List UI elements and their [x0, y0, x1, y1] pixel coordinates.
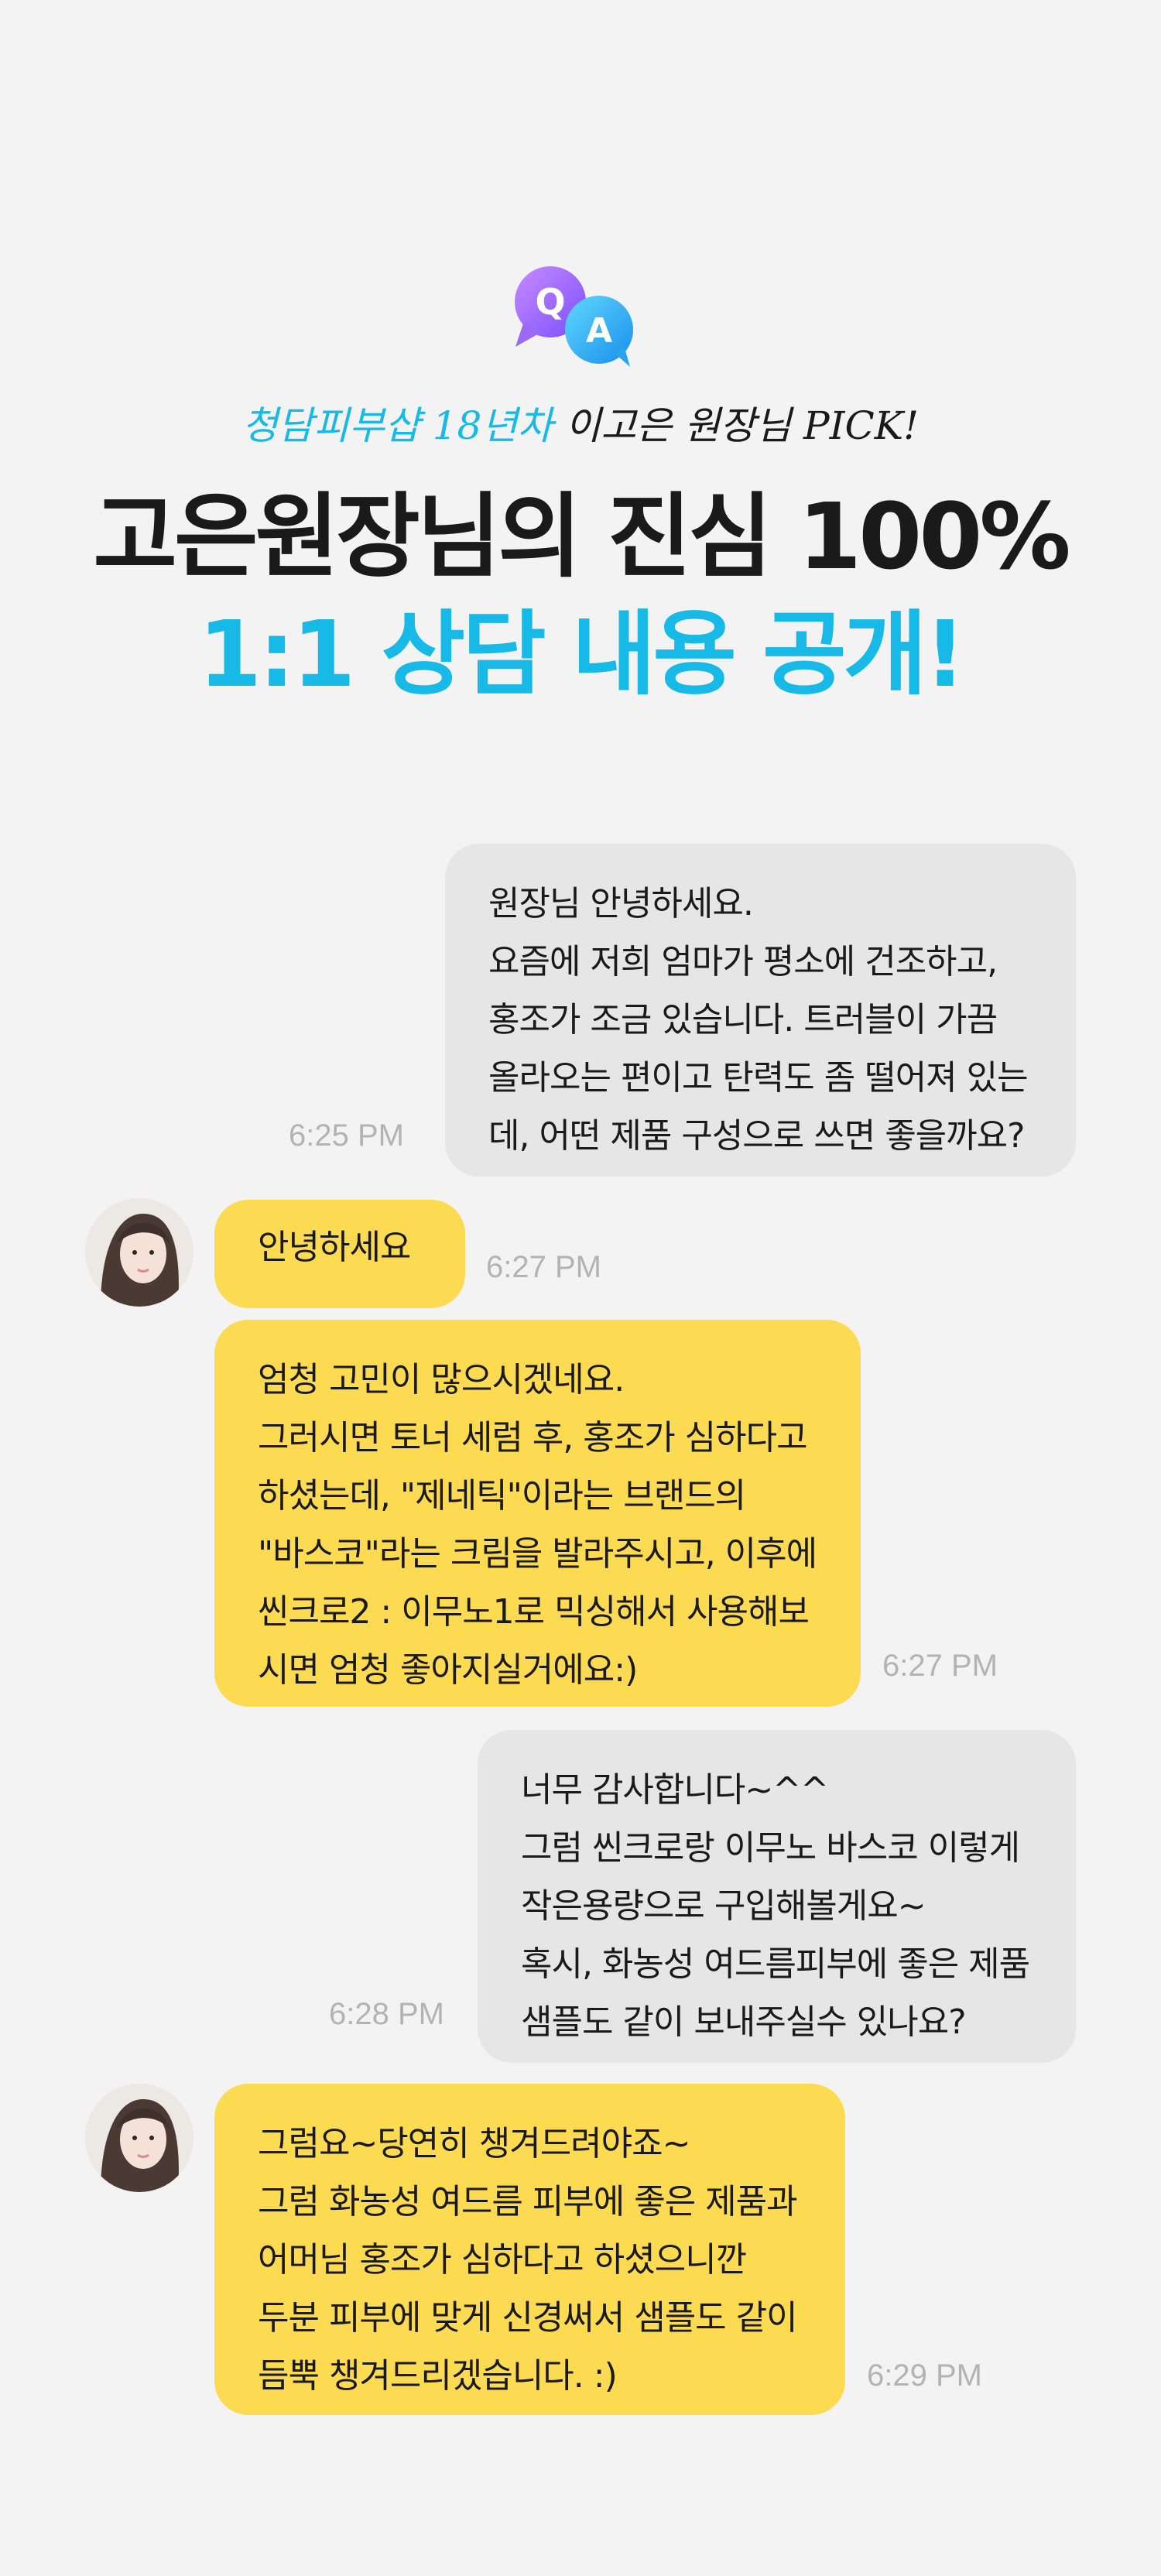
- director-avatar-image: [85, 2084, 194, 2192]
- message-time: 6:27 PM: [882, 1649, 998, 1683]
- svg-text:A: A: [586, 311, 612, 351]
- director-message-bubble: 그럼요~당연히 챙겨드려야죠~ 그럼 화농성 여드름 피부에 좋은 제품과 어머…: [214, 2084, 845, 2415]
- director-avatar: [85, 2084, 194, 2192]
- qa-badge-icon: Q A: [515, 266, 633, 367]
- message-time: 6:27 PM: [486, 1250, 601, 1284]
- customer-message-bubble: 원장님 안녕하세요. 요즘에 저희 엄마가 평소에 건조하고, 홍조가 조금 있…: [445, 844, 1076, 1177]
- message-time: 6:28 PM: [329, 1997, 444, 2031]
- message-time: 6:25 PM: [289, 1118, 404, 1153]
- director-avatar: [85, 1198, 194, 1307]
- customer-message-bubble: 너무 감사합니다~^^ 그럼 씬크로랑 이무노 바스코 이렇게 작은용량으로 구…: [478, 1730, 1076, 2063]
- message-time: 6:29 PM: [867, 2358, 982, 2393]
- headline-line1: 고은원장님의 진심 100%: [93, 483, 1070, 590]
- subtitle: 청담피부샵 18년차 이고은 원장님 PICK!: [0, 399, 1161, 453]
- director-message-bubble: 엄청 고민이 많으시겠네요. 그러시면 토너 세럼 후, 홍조가 심하다고 하셨…: [214, 1320, 861, 1707]
- director-avatar-image: [85, 1198, 194, 1307]
- subtitle-accent: 청담피부샵 18년차: [241, 403, 553, 448]
- answer-bubble-icon: A: [565, 296, 633, 367]
- director-message-bubble: 안녕하세요: [214, 1200, 465, 1308]
- svg-text:Q: Q: [535, 281, 565, 323]
- headline-line2: 1:1 상담 내용 공개!: [198, 601, 966, 707]
- subtitle-rest: 이고은 원장님 PICK!: [553, 403, 920, 448]
